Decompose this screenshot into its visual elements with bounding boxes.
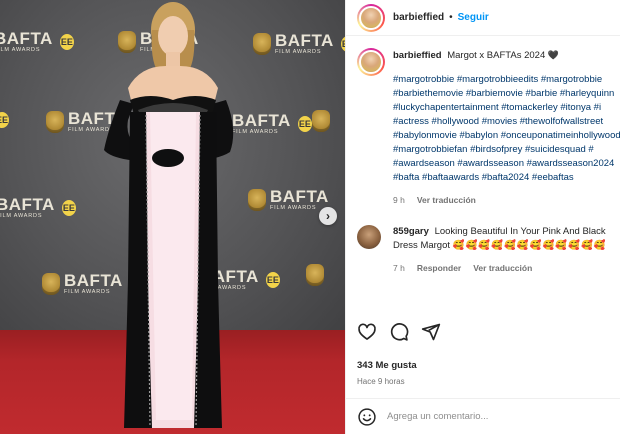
post-header: barbieffied • Seguir	[346, 0, 620, 36]
heart-icon[interactable]	[357, 322, 377, 342]
comment-timestamp: 7 h	[393, 263, 405, 273]
see-translation-link[interactable]: Ver traducción	[473, 261, 532, 275]
next-photo-button[interactable]: ›	[319, 207, 337, 225]
black-heart-emoji: 🖤	[547, 50, 560, 60]
commenter-avatar[interactable]	[357, 225, 381, 249]
caption-username-link[interactable]: barbieffied	[393, 50, 442, 61]
emoji-icon[interactable]	[357, 407, 377, 427]
follow-button[interactable]: Seguir	[458, 12, 489, 23]
comment-input[interactable]	[387, 411, 607, 422]
post-time-ago: Hace 9 horas	[357, 377, 405, 386]
caption-timestamp: 9 h	[393, 195, 405, 205]
post-actions	[357, 322, 441, 342]
comment-item: 859gary Looking Beautiful In Your Pink A…	[357, 225, 620, 275]
avatar[interactable]	[357, 48, 385, 76]
caption-meta: 9 h Ver traducción	[393, 193, 620, 207]
see-translation-link[interactable]: Ver traducción	[417, 193, 476, 207]
avatar-image	[359, 50, 383, 74]
separator-dot: •	[449, 12, 453, 23]
chevron-right-icon: ›	[326, 209, 330, 223]
post-details-panel: barbieffied • Seguir barbieffied Margot …	[345, 0, 620, 434]
caption: barbieffied Margot x BAFTAs 2024 🖤 #marg…	[357, 48, 620, 207]
add-comment-bar	[346, 398, 620, 434]
reply-link[interactable]: Responder	[417, 261, 461, 275]
commenter-username-link[interactable]: 859gary	[393, 226, 429, 237]
avatar-image	[359, 5, 383, 30]
post-photo[interactable]: BAFTAFILM AWARDS EE BAFTAFILM AWARDS BAF…	[0, 0, 345, 434]
like-count[interactable]: 343 Me gusta	[357, 360, 417, 371]
comment-icon[interactable]	[389, 322, 409, 342]
caption-text: Margot x BAFTAs 2024	[447, 50, 546, 61]
share-icon[interactable]	[421, 322, 441, 342]
hashtag-list[interactable]: #margotrobbie #margotrobbieedits #margot…	[393, 73, 620, 185]
woman-in-gown-figure	[104, 2, 234, 428]
comment-emoji: 🥰🥰🥰🥰🥰🥰🥰🥰🥰🥰🥰🥰	[452, 240, 607, 251]
comments-section[interactable]: barbieffied Margot x BAFTAs 2024 🖤 #marg…	[346, 36, 620, 318]
comment-meta: 7 h Responder Ver traducción	[393, 261, 620, 275]
avatar[interactable]	[357, 3, 385, 32]
username-link[interactable]: barbieffied	[393, 12, 444, 23]
